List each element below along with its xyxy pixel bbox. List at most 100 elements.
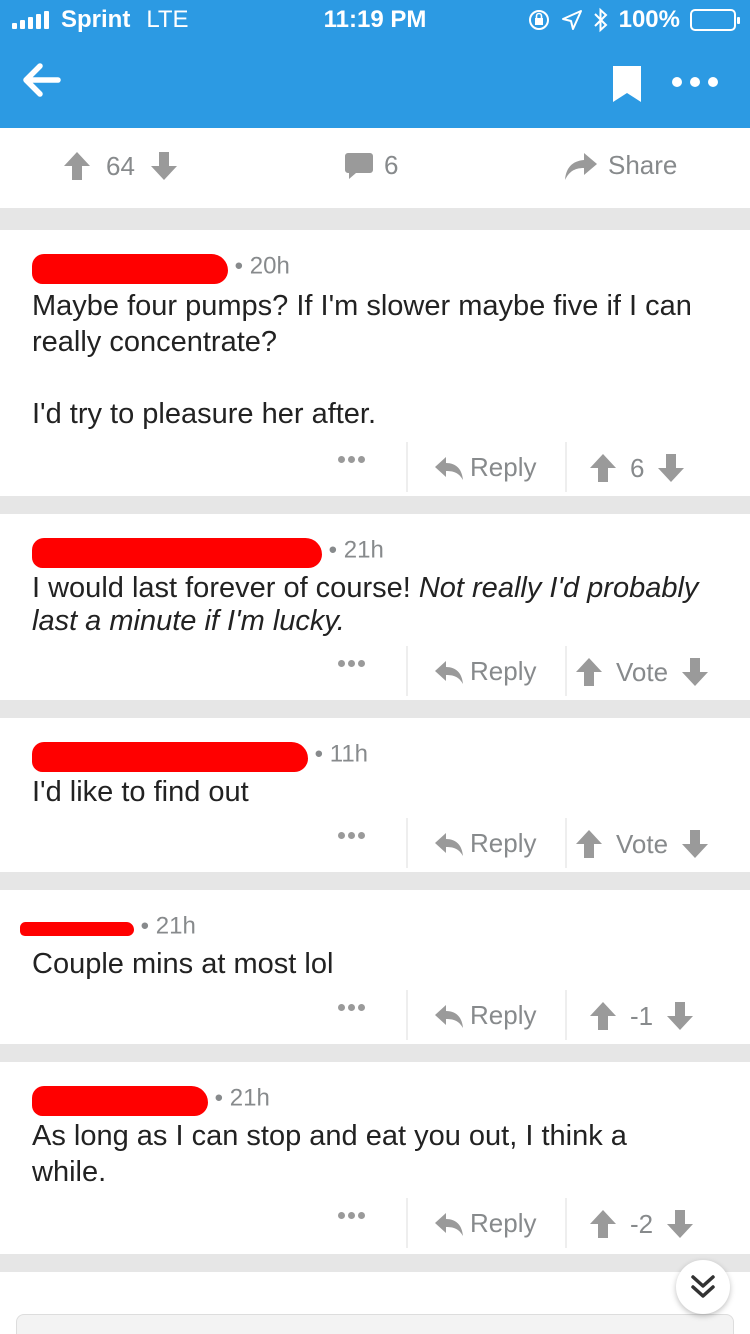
comment-actions: Reply Vote bbox=[0, 818, 750, 868]
battery-icon bbox=[690, 9, 740, 31]
comment-meta: • 20h bbox=[32, 252, 290, 284]
downvote-icon[interactable] bbox=[656, 452, 686, 484]
upvote-icon[interactable] bbox=[574, 828, 604, 860]
comment-body: Couple mins at most lol bbox=[32, 946, 710, 982]
upvote-icon[interactable] bbox=[588, 452, 618, 484]
comment-icon bbox=[345, 152, 373, 179]
post-comments-button[interactable]: 6 bbox=[344, 150, 398, 181]
reply-arrow-icon bbox=[435, 660, 463, 684]
reply-button[interactable]: Reply bbox=[434, 1208, 536, 1239]
comment-age: 21h bbox=[229, 1084, 270, 1112]
reply-arrow-icon bbox=[435, 1212, 463, 1236]
comment-card: • 21h I would last forever of course! No… bbox=[0, 514, 750, 700]
double-chevron-down-icon bbox=[691, 1275, 715, 1298]
post-score: 64 bbox=[106, 150, 135, 181]
redacted-author bbox=[32, 536, 322, 568]
bookmark-icon[interactable] bbox=[610, 64, 644, 104]
reply-label: Reply bbox=[470, 452, 537, 482]
reply-arrow-icon bbox=[435, 832, 463, 856]
post-vote-control: 64 bbox=[62, 150, 179, 182]
comment-more-icon[interactable] bbox=[338, 1212, 365, 1219]
more-options-icon[interactable] bbox=[672, 68, 718, 96]
downvote-icon[interactable] bbox=[665, 1000, 695, 1032]
comment-score: -1 bbox=[630, 1000, 654, 1031]
redacted-author bbox=[32, 252, 228, 284]
comment-body: Maybe four pumps? If I'm slower maybe fi… bbox=[32, 288, 710, 432]
comment-actions: Reply -2 bbox=[0, 1198, 750, 1248]
comment-text: Maybe four pumps? If I'm slower maybe fi… bbox=[32, 290, 692, 358]
comment-body: I would last forever of course! Not real… bbox=[32, 572, 710, 638]
downvote-icon[interactable] bbox=[680, 656, 710, 688]
upvote-icon[interactable] bbox=[588, 1000, 618, 1032]
comment-vote-control: Vote bbox=[574, 656, 710, 688]
comment-score: -2 bbox=[630, 1208, 654, 1239]
add-comment-input[interactable] bbox=[16, 1314, 734, 1334]
share-arrow-icon bbox=[565, 152, 597, 180]
reply-button[interactable]: Reply bbox=[434, 1000, 536, 1031]
app-top-bar: Sprint LTE 11:19 PM 100% bbox=[0, 0, 750, 128]
comment-vote-control: 6 bbox=[588, 452, 686, 484]
reply-button[interactable]: Reply bbox=[434, 828, 536, 859]
comment-more-icon[interactable] bbox=[338, 456, 365, 463]
reply-button[interactable]: Reply bbox=[434, 656, 536, 687]
post-action-bar: 64 6 Share bbox=[0, 128, 750, 208]
status-bar: Sprint LTE 11:19 PM 100% bbox=[0, 0, 750, 40]
comment-actions: Reply 6 bbox=[0, 442, 750, 492]
comment-meta: • 21h bbox=[20, 912, 196, 942]
battery-percent: 100% bbox=[618, 6, 680, 33]
reply-label: Reply bbox=[470, 828, 537, 858]
comment-age: 11h bbox=[329, 740, 369, 768]
scroll-next-comment-button[interactable] bbox=[676, 1260, 730, 1314]
comment-score: Vote bbox=[616, 656, 669, 687]
comment-vote-control: -1 bbox=[588, 1000, 695, 1032]
comment-count: 6 bbox=[384, 150, 399, 180]
comment-text: I'd like to find out bbox=[32, 776, 249, 808]
comment-age: 20h bbox=[249, 252, 290, 280]
location-arrow-icon bbox=[561, 10, 582, 30]
comment-more-icon[interactable] bbox=[338, 1004, 365, 1011]
comment-text: I would last forever of course! bbox=[32, 572, 419, 604]
comment-body: As long as I can stop and eat you out, I… bbox=[32, 1118, 640, 1190]
reply-button[interactable]: Reply bbox=[434, 452, 536, 483]
reply-label: Reply bbox=[470, 656, 537, 686]
comment-text: I'd try to pleasure her after. bbox=[32, 398, 377, 430]
comment-vote-control: Vote bbox=[574, 828, 710, 860]
upvote-icon[interactable] bbox=[62, 150, 92, 182]
bluetooth-icon bbox=[593, 7, 608, 33]
reply-arrow-icon bbox=[435, 1004, 463, 1028]
comment-meta: • 21h bbox=[32, 536, 384, 568]
redacted-author bbox=[32, 740, 308, 772]
comment-score: Vote bbox=[616, 828, 669, 859]
comment-text: Couple mins at most lol bbox=[32, 948, 334, 980]
comment-actions: Reply -1 bbox=[0, 990, 750, 1040]
comment-score: 6 bbox=[630, 452, 645, 483]
reply-label: Reply bbox=[470, 1000, 537, 1030]
comment-body: I'd like to find out bbox=[32, 774, 710, 810]
comment-card: • 21h As long as I can stop and eat you … bbox=[0, 1062, 750, 1254]
back-arrow-icon[interactable] bbox=[20, 58, 64, 102]
comment-vote-control: -2 bbox=[588, 1208, 695, 1240]
downvote-icon[interactable] bbox=[149, 150, 179, 182]
share-button[interactable]: Share bbox=[564, 150, 677, 181]
comment-more-icon[interactable] bbox=[338, 660, 365, 667]
comment-text: As long as I can stop and eat you out, I… bbox=[32, 1120, 627, 1188]
rotation-lock-icon bbox=[528, 10, 549, 30]
comment-age: 21h bbox=[343, 536, 384, 564]
upvote-icon[interactable] bbox=[588, 1208, 618, 1240]
reply-label: Reply bbox=[470, 1208, 537, 1238]
share-label: Share bbox=[608, 150, 678, 180]
redacted-author bbox=[32, 1084, 208, 1116]
upvote-icon[interactable] bbox=[574, 656, 604, 688]
comment-age: 21h bbox=[155, 912, 196, 940]
comment-actions: Reply Vote bbox=[0, 646, 750, 696]
comment-card: • 20h Maybe four pumps? If I'm slower ma… bbox=[0, 230, 750, 496]
downvote-icon[interactable] bbox=[665, 1208, 695, 1240]
comment-meta: • 11h bbox=[32, 740, 369, 772]
comment-meta: • 21h bbox=[32, 1084, 270, 1116]
reply-arrow-icon bbox=[435, 456, 463, 480]
downvote-icon[interactable] bbox=[680, 828, 710, 860]
redacted-author bbox=[20, 912, 134, 942]
comment-card: • 21h Couple mins at most lol Reply -1 bbox=[0, 890, 750, 1044]
comment-card: • 11h I'd like to find out Reply Vote bbox=[0, 718, 750, 872]
comment-more-icon[interactable] bbox=[338, 832, 365, 839]
